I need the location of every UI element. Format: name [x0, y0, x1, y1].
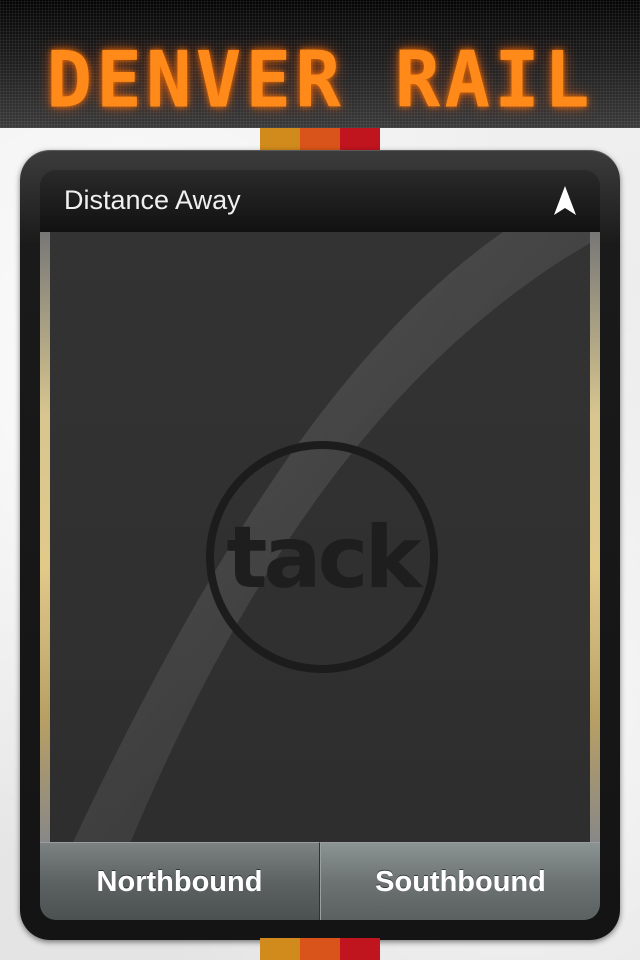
- stripe-gold: [260, 938, 300, 960]
- southbound-button[interactable]: Southbound: [320, 842, 600, 920]
- logo-text: tack: [226, 508, 423, 608]
- panel-title: Distance Away: [64, 185, 241, 215]
- device-frame: Distance Away tack Northbound Southbound: [20, 150, 620, 940]
- stripe-gold: [260, 128, 300, 150]
- color-stripes-top: [260, 128, 380, 150]
- stripe-orange: [300, 938, 340, 960]
- stripe-red: [340, 938, 380, 960]
- stripe-orange: [300, 128, 340, 150]
- color-stripes-bottom: [260, 938, 380, 960]
- display-panel: Distance Away tack Northbound Southbound: [40, 170, 600, 920]
- right-rail: [590, 232, 600, 842]
- northbound-button[interactable]: Northbound: [40, 842, 320, 920]
- train-list-area: tack: [50, 232, 590, 842]
- direction-toggle: Northbound Southbound: [40, 842, 600, 920]
- tack-logo: tack: [206, 441, 438, 673]
- stripe-red: [340, 128, 380, 150]
- location-arrow-icon[interactable]: [552, 184, 578, 218]
- panel-header: Distance Away: [40, 170, 600, 233]
- app-title: DENVER RAIL: [46, 34, 594, 125]
- app-header: DENVER RAIL: [0, 0, 640, 128]
- left-rail: [40, 232, 50, 842]
